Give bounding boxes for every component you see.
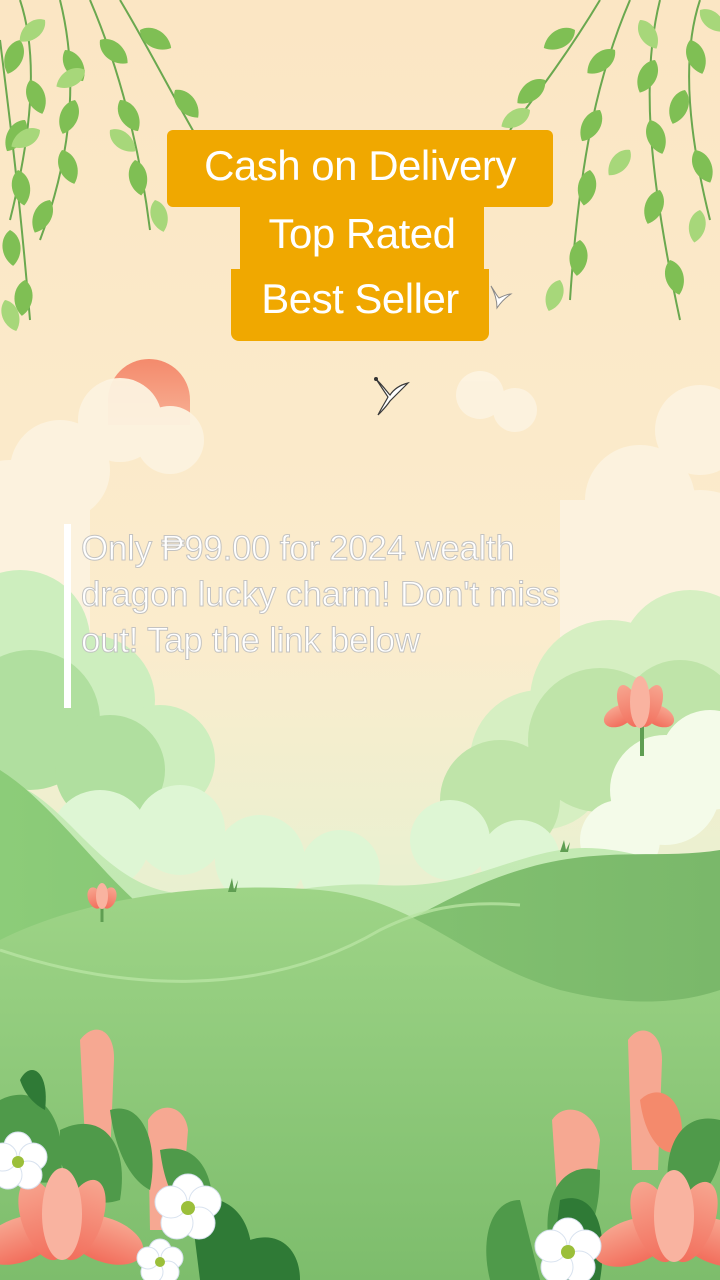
cash-on-delivery-badge: Cash on Delivery [167, 130, 553, 207]
best-seller-badge: Best Seller [231, 269, 489, 341]
promo-caption: Only ₱99.00 for 2024 wealth dragon lucky… [64, 524, 584, 708]
top-rated-badge: Top Rated [240, 207, 484, 269]
promo-caption-text: Only ₱99.00 for 2024 wealth dragon lucky… [81, 529, 560, 661]
